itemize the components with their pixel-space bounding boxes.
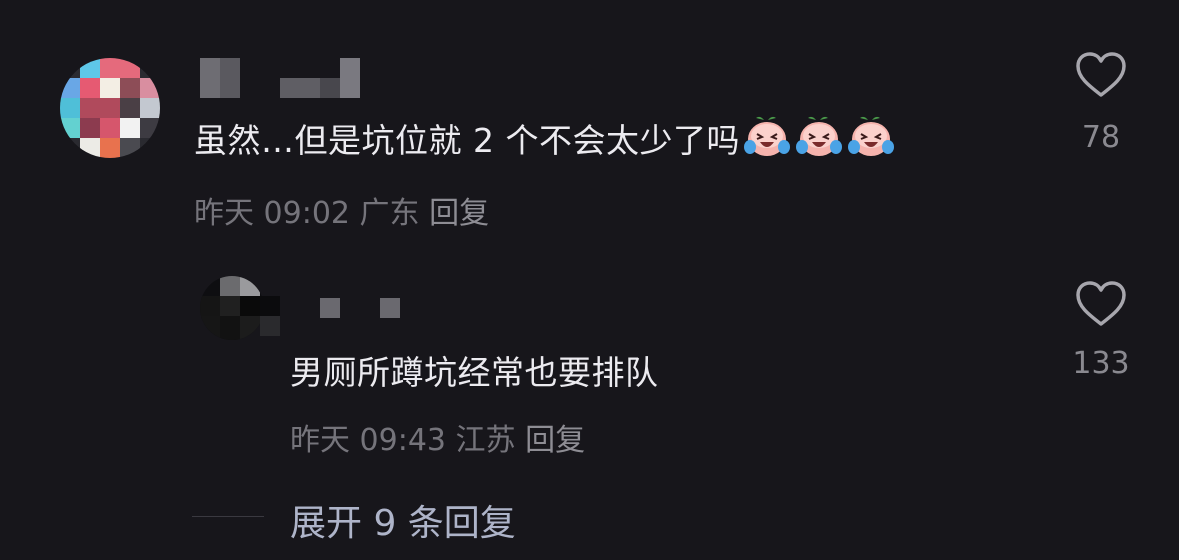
heart-outline-icon[interactable] <box>1074 279 1128 329</box>
username-censored[interactable] <box>260 296 410 336</box>
divider <box>192 516 264 517</box>
expand-replies-button[interactable]: 展开 9 条回复 <box>290 494 516 546</box>
comment-text: 虽然…但是坑位就 2 个不会太少了吗 <box>194 114 896 164</box>
like-count: 133 <box>1072 346 1130 381</box>
username-censored[interactable] <box>200 58 370 98</box>
crying-laughing-peach-emoji <box>742 114 792 164</box>
reply-button[interactable]: 回复 <box>429 196 489 231</box>
comment-location: 广东 <box>359 196 420 231</box>
avatar[interactable] <box>200 276 264 340</box>
heart-outline-icon[interactable] <box>1074 50 1128 100</box>
comment-date: 昨天 09:43 <box>290 423 446 458</box>
comment-meta: 昨天 09:43 江苏 回复 <box>290 415 585 459</box>
crying-laughing-peach-emoji <box>846 114 896 164</box>
comment-date: 昨天 09:02 <box>194 196 350 231</box>
reply-button[interactable]: 回复 <box>525 423 585 458</box>
avatar[interactable] <box>60 58 160 158</box>
comment-location: 江苏 <box>455 423 516 458</box>
crying-laughing-peach-emoji <box>794 114 844 164</box>
comment-meta: 昨天 09:02 广东 回复 <box>194 188 489 232</box>
comment-text: 男厕所蹲坑经常也要排队 <box>290 353 659 392</box>
comment-body: 虽然…但是坑位就 2 个不会太少了吗 <box>194 121 740 160</box>
like-count: 78 <box>1081 120 1121 155</box>
